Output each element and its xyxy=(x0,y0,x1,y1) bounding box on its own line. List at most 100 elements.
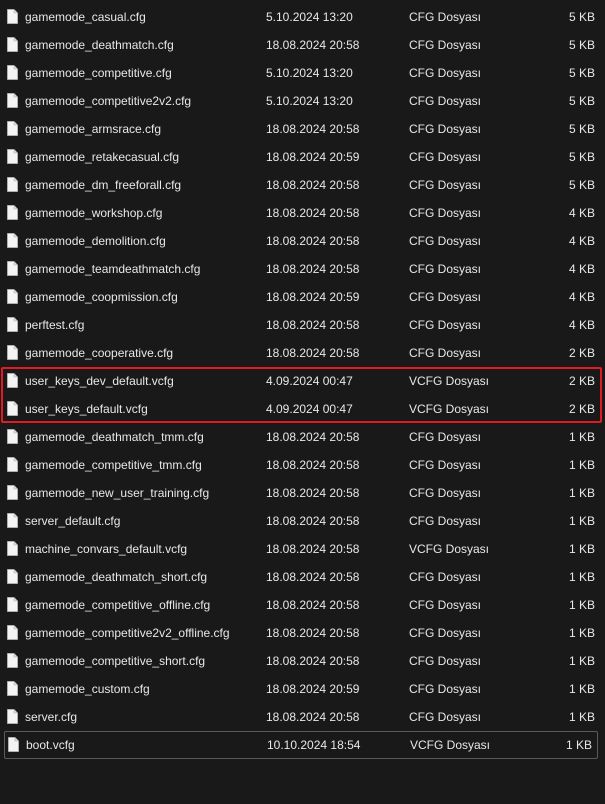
file-modified-date: 18.08.2024 20:59 xyxy=(266,150,360,164)
file-modified-date: 4.09.2024 00:47 xyxy=(266,374,353,388)
file-size: 1 KB xyxy=(568,458,595,472)
file-size: 4 KB xyxy=(568,262,595,276)
file-modified-date: 18.08.2024 20:58 xyxy=(266,598,360,612)
file-row[interactable]: server_default.cfg 18.08.2024 20:58 CFG Do… xyxy=(0,507,605,535)
file-row[interactable]: user_keys_dev_default.vcfg 4.09.2024 00:4… xyxy=(0,367,605,395)
file-type: CFG Dosyası xyxy=(409,598,482,612)
file-row[interactable]: gamemode_competitive_short.cfg 18.08.2024… xyxy=(0,647,605,675)
file-modified-date: 18.08.2024 20:58 xyxy=(266,234,360,248)
file-name: gamemode_coopmission.cfg xyxy=(25,290,178,304)
file-row[interactable]: gamemode_teamdeathmatch.cfg 18.08.2024 20… xyxy=(0,255,605,283)
file-size: 4 KB xyxy=(568,290,595,304)
file-name: gamemode_competitive_tmm.cfg xyxy=(25,458,202,472)
file-type: CFG Dosyası xyxy=(409,10,482,24)
file-modified-date: 10.10.2024 18:54 xyxy=(267,738,361,752)
file-name: gamemode_competitive.cfg xyxy=(25,66,172,80)
file-row[interactable]: gamemode_workshop.cfg 18.08.2024 20:58 CFG… xyxy=(0,199,605,227)
file-row[interactable]: machine_convars_default.vcfg 18.08.2024 2… xyxy=(0,535,605,563)
file-icon xyxy=(8,737,19,752)
file-icon xyxy=(7,205,18,220)
file-modified-date: 18.08.2024 20:58 xyxy=(266,514,360,528)
file-row[interactable]: gamemode_competitive2v2.cfg 5.10.2024 13:… xyxy=(0,87,605,115)
file-name: gamemode_competitive_offline.cfg xyxy=(25,598,211,612)
file-icon xyxy=(7,625,18,640)
file-type: CFG Dosyası xyxy=(409,430,482,444)
file-size: 1 KB xyxy=(568,626,595,640)
file-type: CFG Dosyası xyxy=(409,38,482,52)
file-type: CFG Dosyası xyxy=(409,150,482,164)
file-row[interactable]: boot.vcfg 10.10.2024 18:54 VCFG Dosyası 1 K… xyxy=(4,731,598,759)
file-icon xyxy=(7,9,18,24)
file-icon xyxy=(7,37,18,52)
file-name: gamemode_workshop.cfg xyxy=(25,206,163,220)
file-row[interactable]: gamemode_competitive2v2_offline.cfg 18.08… xyxy=(0,619,605,647)
file-name: gamemode_deathmatch_tmm.cfg xyxy=(25,430,204,444)
file-row[interactable]: gamemode_dm_freeforall.cfg 18.08.2024 20:… xyxy=(0,171,605,199)
file-row[interactable]: server.cfg 18.08.2024 20:58 CFG Dosyası 1 K… xyxy=(0,703,605,731)
file-modified-date: 18.08.2024 20:58 xyxy=(266,570,360,584)
file-type: VCFG Dosyası xyxy=(409,542,490,556)
file-type: CFG Dosyası xyxy=(409,66,482,80)
file-icon xyxy=(7,681,18,696)
file-size: 5 KB xyxy=(568,10,595,24)
file-type: CFG Dosyası xyxy=(409,458,482,472)
file-icon xyxy=(7,177,18,192)
file-row[interactable]: gamemode_casual.cfg 5.10.2024 13:20 CFG Do… xyxy=(0,3,605,31)
file-name: gamemode_deathmatch.cfg xyxy=(25,38,174,52)
file-row[interactable]: gamemode_deathmatch_short.cfg 18.08.2024 … xyxy=(0,563,605,591)
file-name: boot.vcfg xyxy=(26,738,75,752)
file-row[interactable]: gamemode_armsrace.cfg 18.08.2024 20:58 CFG… xyxy=(0,115,605,143)
file-icon xyxy=(7,653,18,668)
file-modified-date: 18.08.2024 20:59 xyxy=(266,682,360,696)
file-size: 1 KB xyxy=(568,654,595,668)
file-name: gamemode_custom.cfg xyxy=(25,682,150,696)
file-name: server_default.cfg xyxy=(25,514,121,528)
file-type: CFG Dosyası xyxy=(409,206,482,220)
file-row[interactable]: gamemode_demolition.cfg 18.08.2024 20:58 C… xyxy=(0,227,605,255)
file-row[interactable]: gamemode_retakecasual.cfg 18.08.2024 20:5… xyxy=(0,143,605,171)
file-row[interactable]: gamemode_competitive.cfg 5.10.2024 13:20 C… xyxy=(0,59,605,87)
file-icon xyxy=(7,121,18,136)
file-modified-date: 18.08.2024 20:58 xyxy=(266,178,360,192)
file-row[interactable]: gamemode_coopmission.cfg 18.08.2024 20:59… xyxy=(0,283,605,311)
file-size: 1 KB xyxy=(568,710,595,724)
file-type: CFG Dosyası xyxy=(409,514,482,528)
file-name: user_keys_dev_default.vcfg xyxy=(25,374,174,388)
file-size: 1 KB xyxy=(568,570,595,584)
file-type: CFG Dosyası xyxy=(409,626,482,640)
file-type: CFG Dosyası xyxy=(409,654,482,668)
file-size: 4 KB xyxy=(568,206,595,220)
file-row[interactable]: perftest.cfg 18.08.2024 20:58 CFG Dosyası 4… xyxy=(0,311,605,339)
file-row[interactable]: gamemode_deathmatch.cfg 18.08.2024 20:58 C… xyxy=(0,31,605,59)
file-size: 5 KB xyxy=(568,38,595,52)
file-name: gamemode_cooperative.cfg xyxy=(25,346,174,360)
file-size: 5 KB xyxy=(568,66,595,80)
file-modified-date: 18.08.2024 20:59 xyxy=(266,290,360,304)
file-type: VCFG Dosyası xyxy=(410,738,491,752)
file-size: 5 KB xyxy=(568,122,595,136)
file-modified-date: 18.08.2024 20:58 xyxy=(266,122,360,136)
file-row[interactable]: gamemode_cooperative.cfg 18.08.2024 20:58… xyxy=(0,339,605,367)
file-name: perftest.cfg xyxy=(25,318,85,332)
file-type: CFG Dosyası xyxy=(409,710,482,724)
file-row[interactable]: user_keys_default.vcfg 4.09.2024 00:47 VCF… xyxy=(0,395,605,423)
file-modified-date: 5.10.2024 13:20 xyxy=(266,94,353,108)
file-icon xyxy=(7,373,18,388)
file-row[interactable]: gamemode_custom.cfg 18.08.2024 20:59 CFG D… xyxy=(0,675,605,703)
file-icon xyxy=(7,233,18,248)
file-name: user_keys_default.vcfg xyxy=(25,402,148,416)
file-row[interactable]: gamemode_new_user_training.cfg 18.08.2024… xyxy=(0,479,605,507)
file-row[interactable]: gamemode_competitive_tmm.cfg 18.08.2024 2… xyxy=(0,451,605,479)
file-type: CFG Dosyası xyxy=(409,122,482,136)
file-name: gamemode_competitive2v2_offline.cfg xyxy=(25,626,230,640)
file-size: 2 KB xyxy=(568,346,595,360)
file-list: gamemode_casual.cfg 5.10.2024 13:20 CFG Do… xyxy=(0,3,605,759)
file-type: CFG Dosyası xyxy=(409,234,482,248)
file-type: CFG Dosyası xyxy=(409,262,482,276)
file-row[interactable]: gamemode_deathmatch_tmm.cfg 18.08.2024 20… xyxy=(0,423,605,451)
file-name: gamemode_competitive2v2.cfg xyxy=(25,94,192,108)
file-row[interactable]: gamemode_competitive_offline.cfg 18.08.20… xyxy=(0,591,605,619)
file-size: 1 KB xyxy=(568,598,595,612)
file-type: VCFG Dosyası xyxy=(409,402,490,416)
file-name: gamemode_new_user_training.cfg xyxy=(25,486,210,500)
